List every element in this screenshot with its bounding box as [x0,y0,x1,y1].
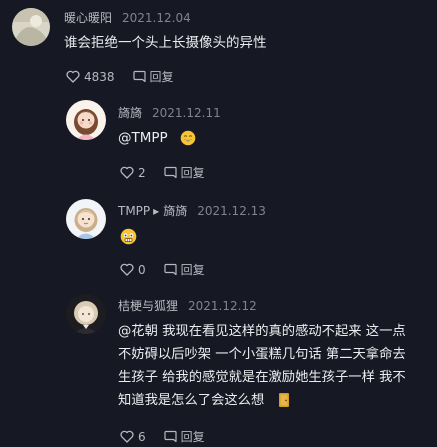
reply-label: 回复 [180,430,205,444]
avatar[interactable] [66,199,106,239]
comment-text-line: 知道我是怎么了会这么想 [118,393,265,408]
comment-author[interactable]: 暖心暖阳 2021.12.04 [64,9,191,26]
comment-actions: 0 回复 [120,261,205,278]
author-name[interactable]: 桔梗与狐狸 [118,299,178,313]
like-button[interactable]: 6 [120,430,146,444]
comment-text: 谁会拒绝一个头上长摄像头的异性 [64,35,267,51]
like-button[interactable]: 4838 [66,70,115,84]
comment-bubble-icon [132,70,146,83]
reply-to-name[interactable]: 旖旖 [163,204,187,218]
heart-outline-icon [120,263,134,276]
author-name[interactable]: 暖心暖阳 [64,11,112,25]
reply-button[interactable]: 回复 [132,68,174,85]
reply-button[interactable]: 回复 [164,164,205,181]
comment-text-last-line: 知道我是怎么了会这么想 [118,389,436,412]
like-count: 4838 [84,69,115,84]
heart-outline-icon [66,70,80,83]
heart-outline-icon [120,166,134,179]
comment-date: 2021.12.11 [152,106,221,120]
grinning-emoji-icon [180,130,196,146]
author-name[interactable]: 旖旖 [118,106,142,120]
reply-label: 回复 [180,166,205,180]
comment-actions: 4838 回复 [66,68,174,85]
comment-text [120,225,137,248]
comment-bubble-icon [164,263,177,276]
mention-link[interactable]: @TMPP [118,130,168,146]
comment-author[interactable]: 桔梗与狐狸 2021.12.12 [118,297,257,314]
like-button[interactable]: 0 [120,263,146,277]
comment-text-line: 生孩子 给我的感觉就是在激励她生孩子一样 我不 [118,370,406,385]
comment-text: @TMPP [118,127,196,150]
comment-thread: 暖心暖阳 2021.12.04 谁会拒绝一个头上长摄像头的异性 4838 回复 [0,0,437,447]
comment-bubble-icon [164,166,177,179]
comment-author[interactable]: 旖旖 2021.12.11 [118,104,221,121]
triangle-right-icon: ▸ [153,204,160,218]
comment-author[interactable]: TMPP ▸ 旖旖 2021.12.13 [118,202,266,219]
comment-bubble-icon [164,430,177,443]
comment-text: @花朝 我现在看见这样的真的感动不起来 这一点 不妨碍以后吵架 一个小蛋糕几句话… [118,320,436,412]
worried-emoji-icon [120,228,137,244]
avatar[interactable] [66,100,106,140]
reply-label: 回复 [149,70,174,84]
comment-date: 2021.12.13 [197,204,266,218]
like-count: 6 [138,429,146,444]
like-count: 0 [138,262,146,277]
comment-date: 2021.12.04 [122,11,191,25]
comment-actions: 6 回复 [120,428,205,445]
door-emoji-icon [278,393,289,407]
author-name[interactable]: TMPP [118,204,150,218]
reply-label: 回复 [180,263,205,277]
like-count: 2 [138,165,146,180]
avatar[interactable] [12,8,50,46]
comment-text-line: @花朝 我现在看见这样的真的感动不起来 这一点 [118,324,406,339]
reply-button[interactable]: 回复 [164,261,205,278]
like-button[interactable]: 2 [120,166,146,180]
comment-actions: 2 回复 [120,164,205,181]
comment-text-line: 不妨碍以后吵架 一个小蛋糕几句话 第二天拿命去 [118,347,406,362]
avatar[interactable] [66,294,106,334]
reply-button[interactable]: 回复 [164,428,205,445]
heart-outline-icon [120,430,134,443]
comment-date: 2021.12.12 [188,299,257,313]
